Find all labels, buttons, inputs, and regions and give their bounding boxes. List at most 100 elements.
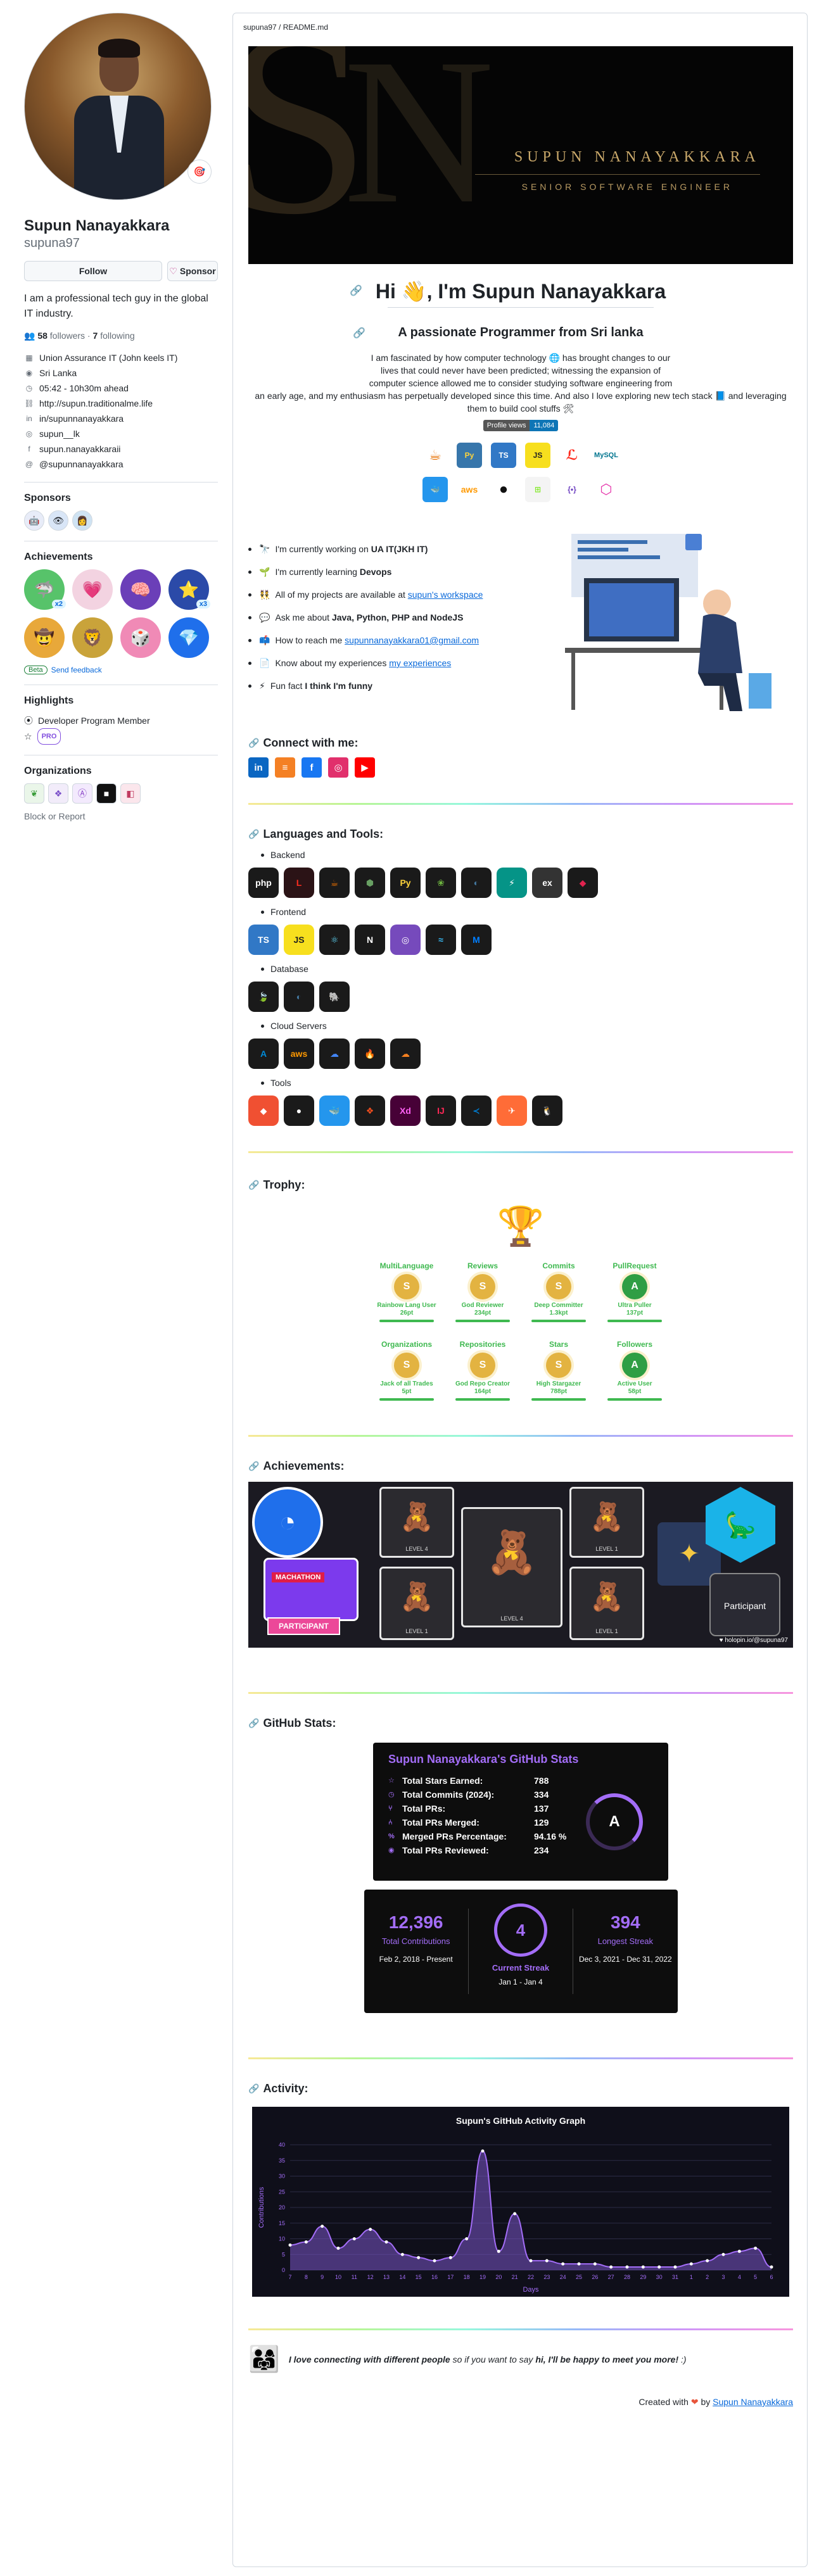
laravel-icon[interactable]: ℒ bbox=[559, 443, 585, 468]
achievement-badge-heart-on-sleeve[interactable]: 💗 bbox=[72, 569, 113, 610]
org-avatar[interactable]: ■ bbox=[96, 783, 117, 804]
trophy-card[interactable]: Followers A Active User 58pt bbox=[600, 1340, 670, 1410]
docker-icon[interactable]: 🐳 bbox=[319, 1095, 350, 1126]
postgresql-icon[interactable]: 🐘 bbox=[319, 982, 350, 1012]
redux-icon[interactable]: ◎ bbox=[390, 925, 421, 955]
swagger-icon[interactable]: ⊞ bbox=[525, 477, 550, 502]
sponsor-avatar[interactable]: 👁 bbox=[48, 510, 68, 531]
mysql-icon[interactable]: MySQL bbox=[594, 443, 619, 468]
holopin-link[interactable]: ♥ holopin.io/@supuna97 bbox=[720, 1637, 788, 1644]
achievement-badge-starstruck[interactable]: ⭐ x3 bbox=[168, 569, 210, 610]
api-icon[interactable]: {•} bbox=[559, 477, 585, 502]
trophy-card[interactable]: Reviews S God Reviewer 234pt bbox=[448, 1261, 517, 1331]
instagram-icon[interactable]: ◎ bbox=[328, 757, 348, 778]
vscode-icon[interactable]: ≺ bbox=[461, 1095, 492, 1126]
azure-icon[interactable]: A bbox=[248, 1039, 279, 1069]
linkedin-icon[interactable]: in bbox=[248, 757, 269, 778]
github-streak-card[interactable]: 12,396 Total Contributions Feb 2, 2018 -… bbox=[364, 1890, 678, 2013]
anchor-link-icon[interactable]: 🔗 bbox=[353, 327, 365, 339]
org-avatar[interactable]: ❖ bbox=[48, 783, 68, 804]
anchor-link-icon[interactable]: 🔗 bbox=[248, 829, 259, 840]
profile-detail-item[interactable]: in in/supunnanayakkara bbox=[24, 411, 218, 426]
mongodb-icon[interactable]: 🍃 bbox=[248, 982, 279, 1012]
java-icon[interactable]: ☕ bbox=[319, 868, 350, 898]
github-icon[interactable]: ● bbox=[491, 477, 516, 502]
about-link[interactable]: supun's workspace bbox=[408, 590, 483, 600]
github-icon[interactable]: ● bbox=[284, 1095, 314, 1126]
achievement-badge-pull-shark[interactable]: 🦈 x2 bbox=[24, 569, 66, 610]
cloudflare-icon[interactable]: ☁ bbox=[390, 1039, 421, 1069]
java-icon[interactable]: ☕ bbox=[422, 443, 448, 468]
trophy-card[interactable]: MultiLanguage S Rainbow Lang User 26pt bbox=[372, 1261, 441, 1331]
react-icon[interactable]: ⚛ bbox=[319, 925, 350, 955]
docker-icon[interactable]: 🐳 bbox=[422, 477, 448, 502]
mysql-icon[interactable]: ◐ bbox=[461, 868, 492, 898]
nestjs-icon[interactable]: ◆ bbox=[568, 868, 598, 898]
gcp-icon[interactable]: ☁ bbox=[319, 1039, 350, 1069]
laravel-icon[interactable]: L bbox=[284, 868, 314, 898]
org-avatar[interactable]: ❦ bbox=[24, 783, 44, 804]
anchor-link-icon[interactable]: 🔗 bbox=[248, 2083, 259, 2094]
nextjs-icon[interactable]: N bbox=[355, 925, 385, 955]
holopin-badges-board[interactable]: ◔ MACHATHON PARTICIPANT 🧸 LEVEL 4 🧸 LEVEL … bbox=[248, 1482, 793, 1648]
graphql-icon[interactable]: ⬡ bbox=[594, 477, 619, 502]
spring-icon[interactable]: ❀ bbox=[426, 868, 456, 898]
block-or-report-link[interactable]: Block or Report bbox=[24, 811, 218, 821]
python-icon[interactable]: Py bbox=[457, 443, 482, 468]
trophy-card[interactable]: PullRequest A Ultra Puller 137pt bbox=[600, 1261, 670, 1331]
youtube-icon[interactable]: ▶ bbox=[355, 757, 375, 778]
status-emoji[interactable]: 🎯 bbox=[187, 160, 212, 184]
anchor-link-icon[interactable]: 🔗 bbox=[248, 1461, 259, 1472]
org-avatar[interactable]: Ⓐ bbox=[72, 783, 92, 804]
achievement-badge-galaxy-brain[interactable]: 🧠 bbox=[120, 569, 161, 610]
achievement-badge-quickdraw[interactable]: 🤠 bbox=[24, 617, 65, 658]
aws-icon[interactable]: aws bbox=[284, 1039, 314, 1069]
firebase-icon[interactable]: 🔥 bbox=[355, 1039, 385, 1069]
express-icon[interactable]: ex bbox=[532, 868, 562, 898]
adobe-xd-icon[interactable]: Xd bbox=[390, 1095, 421, 1126]
sponsor-button[interactable]: ♡ Sponsor bbox=[167, 261, 218, 281]
anchor-link-icon[interactable]: 🔗 bbox=[248, 738, 259, 748]
fastapi-icon[interactable]: ⚡ bbox=[497, 868, 527, 898]
javascript-icon[interactable]: JS bbox=[525, 443, 550, 468]
intellij-icon[interactable]: IJ bbox=[426, 1095, 456, 1126]
anchor-link-icon[interactable]: 🔗 bbox=[248, 1180, 259, 1190]
org-avatar[interactable]: ◧ bbox=[120, 783, 141, 804]
javascript-icon[interactable]: JS bbox=[284, 925, 314, 955]
sponsor-avatar[interactable]: 👩 bbox=[72, 510, 92, 531]
tailwind-icon[interactable]: ≈ bbox=[426, 925, 456, 955]
profile-detail-item[interactable]: @ @supunnanayakkara bbox=[24, 457, 218, 472]
achievement-badge-yolo[interactable]: 🎲 bbox=[120, 617, 161, 658]
mui-icon[interactable]: M bbox=[461, 925, 492, 955]
follow-button[interactable]: Follow bbox=[24, 261, 162, 281]
nodejs-icon[interactable]: ⬢ bbox=[355, 868, 385, 898]
about-link[interactable]: my experiences bbox=[389, 658, 451, 668]
avatar[interactable] bbox=[24, 13, 212, 200]
trophy-card[interactable]: Organizations S Jack of all Trades 5pt bbox=[372, 1340, 441, 1410]
achievement-badge-public-sponsor[interactable]: 💎 bbox=[168, 617, 209, 658]
anchor-link-icon[interactable]: 🔗 bbox=[248, 1718, 259, 1729]
php-icon[interactable]: php bbox=[248, 868, 279, 898]
activity-graph[interactable]: Supun's GitHub Activity Graph 0 5 10 15 20 25… bbox=[252, 2107, 789, 2297]
typescript-icon[interactable]: TS bbox=[491, 443, 516, 468]
anchor-link-icon[interactable]: 🔗 bbox=[350, 284, 362, 297]
postman-icon[interactable]: ✈ bbox=[497, 1095, 527, 1126]
facebook-icon[interactable]: f bbox=[302, 757, 322, 778]
trophy-card[interactable]: Stars S High Stargazer 788pt bbox=[524, 1340, 594, 1410]
figma-icon[interactable]: ❖ bbox=[355, 1095, 385, 1126]
mysql-icon[interactable]: ◐ bbox=[284, 982, 314, 1012]
sponsor-avatar[interactable]: 🤖 bbox=[24, 510, 44, 531]
stackoverflow-icon[interactable]: ≡ bbox=[275, 757, 295, 778]
followers-link[interactable]: 58 followers bbox=[37, 331, 85, 341]
trophy-card[interactable]: Repositories S God Repo Creator 164pt bbox=[448, 1340, 517, 1410]
profile-detail-item[interactable]: f supun.nanayakkaraii bbox=[24, 441, 218, 457]
about-link[interactable]: supunnanayakkara01@gmail.com bbox=[345, 635, 479, 645]
typescript-icon[interactable]: TS bbox=[248, 925, 279, 955]
linux-icon[interactable]: 🐧 bbox=[532, 1095, 562, 1126]
profile-detail-item[interactable]: ⛓ http://supun.traditionalme.life bbox=[24, 396, 218, 411]
readme-path[interactable]: supuna97 / README.md bbox=[233, 13, 807, 41]
achievement-badge-arctic-code-vault[interactable]: 🦁 bbox=[72, 617, 113, 658]
github-stats-card[interactable]: Supun Nanayakkara's GitHub Stats ☆ Total … bbox=[373, 1743, 668, 1881]
git-icon[interactable]: ◆ bbox=[248, 1095, 279, 1126]
aws-icon[interactable]: aws bbox=[457, 477, 482, 502]
